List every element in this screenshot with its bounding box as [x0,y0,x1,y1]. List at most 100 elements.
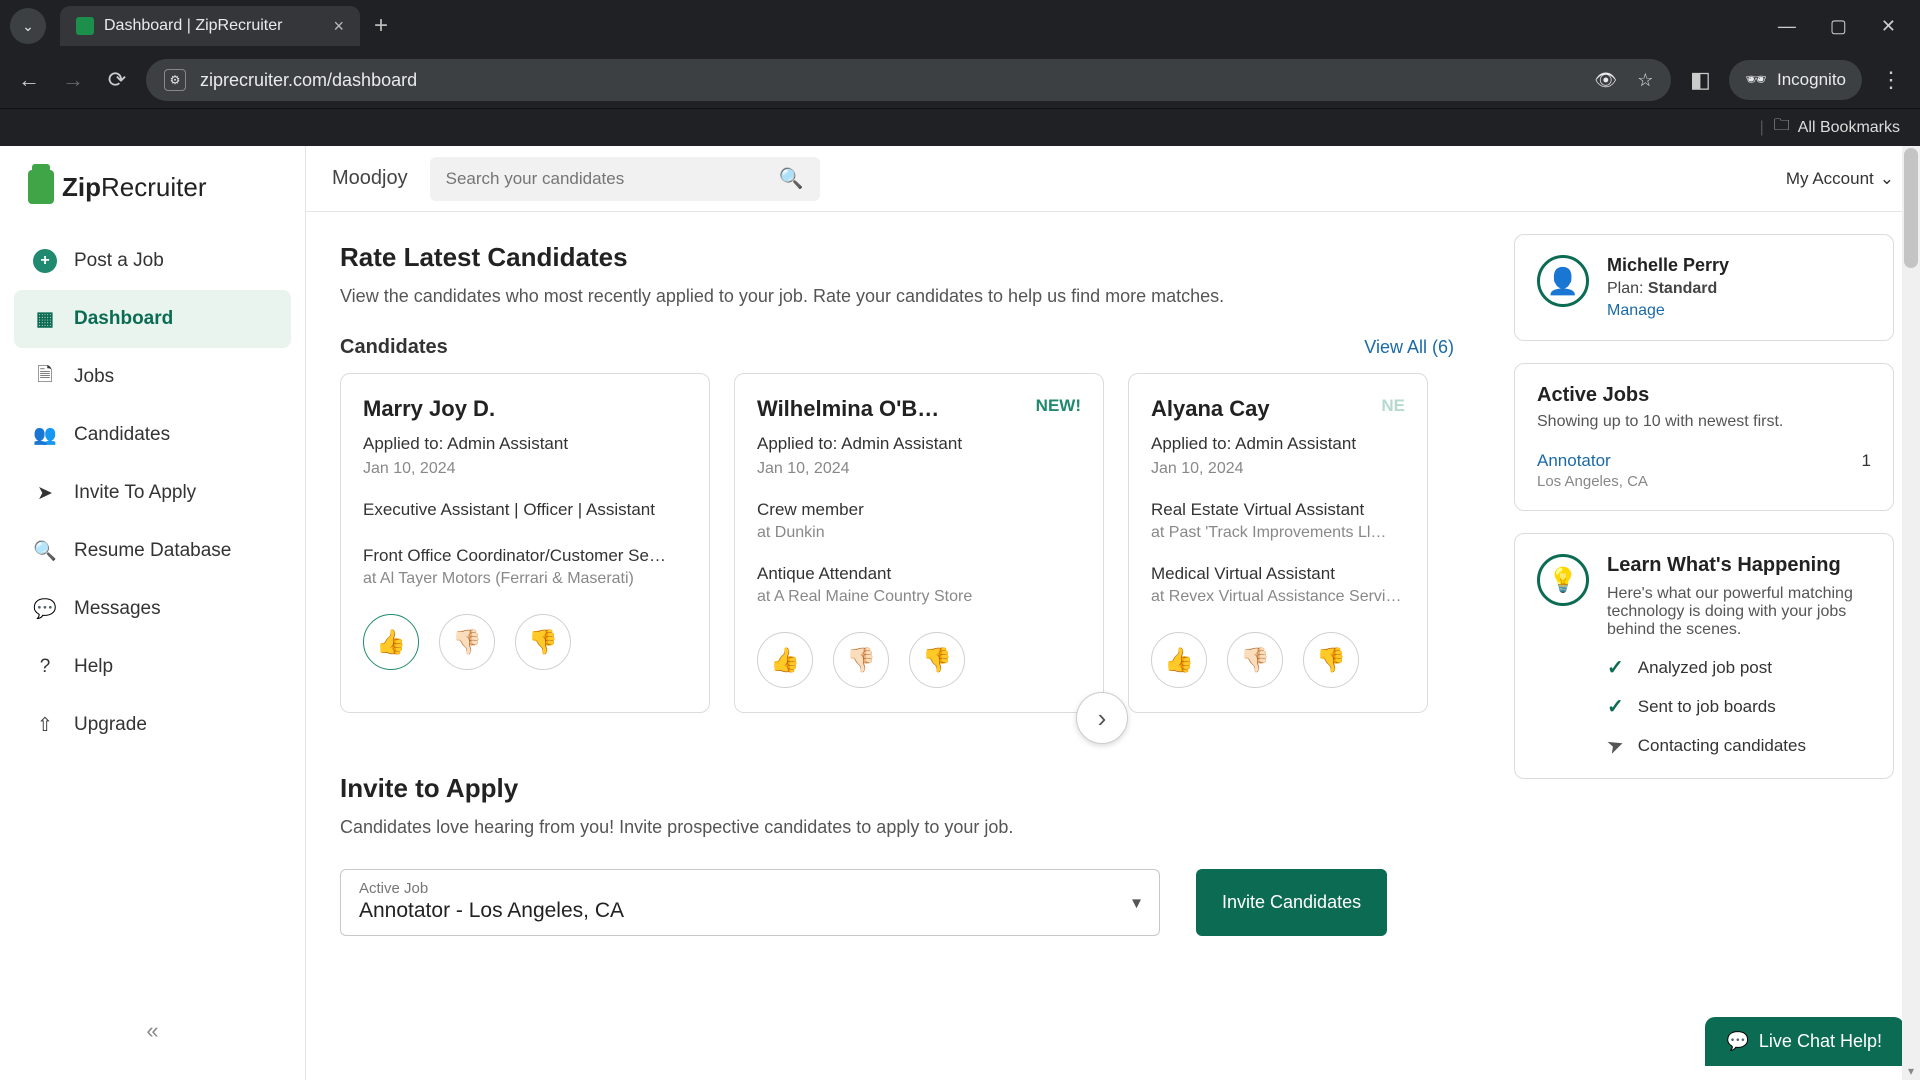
check-icon: ✓ [1607,655,1624,680]
candidate-search[interactable]: 🔍 [430,157,820,201]
new-badge: NE [1381,396,1405,416]
learn-title: Learn What's Happening [1607,554,1871,577]
sidebar-item-label: Dashboard [74,308,173,330]
thumbs-down-button[interactable]: 👎 [515,614,571,670]
carousel-next-button[interactable]: › [1076,692,1128,744]
site-settings-icon[interactable]: ⚙ [164,69,186,91]
bookmark-star-icon[interactable]: ☆ [1637,70,1653,91]
tab-search-button[interactable]: ⌄ [10,8,46,44]
manage-link[interactable]: Manage [1607,302,1665,320]
neutral-button[interactable]: 👎🏻 [439,614,495,670]
logo-mark-icon [28,170,54,204]
chevron-down-icon: ⌄ [1880,169,1894,189]
thumbs-up-button[interactable]: 👍 [757,632,813,688]
chat-label: Live Chat Help! [1759,1031,1882,1052]
experience-title: Real Estate Virtual Assistant [1151,500,1405,520]
active-job-select[interactable]: Active Job Annotator - Los Angeles, CA ▾ [340,869,1160,936]
user-name: Michelle Perry [1607,255,1729,276]
sidebar-item-jobs[interactable]: 🗎 Jobs [14,348,291,406]
reload-button[interactable]: ⟳ [102,65,132,95]
sidebar-item-resume-db[interactable]: 🔍 Resume Database [14,522,291,580]
sidebar-item-invite[interactable]: ➤ Invite To Apply [14,464,291,522]
incognito-label: Incognito [1777,70,1846,90]
sidebar-item-messages[interactable]: 💬 Messages [14,580,291,638]
candidate-carousel: Marry Joy D. Applied to: Admin Assistant… [340,373,1454,713]
close-tab-icon[interactable]: × [333,16,344,37]
active-jobs-title: Active Jobs [1537,384,1871,407]
active-job-location: Los Angeles, CA [1537,473,1648,490]
candidates-heading: Candidates [340,336,448,359]
sidebar-item-upgrade[interactable]: ⇧ Upgrade [14,696,291,754]
all-bookmarks-label: All Bookmarks [1798,119,1900,137]
send-icon: ➤ [32,480,58,506]
applied-date: Jan 10, 2024 [757,460,1081,478]
sidebar-item-label: Candidates [74,424,170,446]
sidebar-item-dashboard[interactable]: ▦ Dashboard [14,290,291,348]
experience-sub: at Past 'Track Improvements Ll… [1151,524,1405,542]
org-name[interactable]: Moodjoy [332,167,408,190]
candidate-card[interactable]: Marry Joy D. Applied to: Admin Assistant… [340,373,710,713]
experience-title: Executive Assistant | Officer | Assistan… [363,500,687,520]
sidebar-item-help[interactable]: ? Help [14,638,291,696]
sidebar-item-candidates[interactable]: 👥 Candidates [14,406,291,464]
browser-tab[interactable]: Dashboard | ZipRecruiter × [60,6,360,46]
lightbulb-icon: 💡 [1537,554,1589,606]
invite-candidates-button[interactable]: Invite Candidates [1196,869,1387,936]
new-tab-button[interactable]: + [374,12,388,40]
status-label: Contacting candidates [1638,736,1806,756]
live-chat-button[interactable]: 💬 Live Chat Help! [1705,1017,1905,1066]
invite-title: Invite to Apply [340,773,1454,804]
applied-date: Jan 10, 2024 [1151,460,1405,478]
neutral-button[interactable]: 👎🏻 [833,632,889,688]
status-item: ✓ Sent to job boards [1607,694,1871,719]
thumbs-up-button[interactable]: 👍 [1151,632,1207,688]
brand-logo[interactable]: ZipRecruiter [14,164,291,232]
kebab-menu-icon[interactable]: ⋮ [1876,65,1906,95]
search-icon[interactable]: 🔍 [779,166,804,191]
experience-title: Medical Virtual Assistant [1151,564,1405,584]
forward-button[interactable]: → [58,65,88,95]
experience-sub: at Revex Virtual Assistance Service… [1151,588,1405,606]
close-window-icon[interactable]: ✕ [1881,16,1896,37]
incognito-indicator[interactable]: 🕶 Incognito [1729,60,1862,100]
candidate-card[interactable]: Wilhelmina O'B… NEW! Applied to: Admin A… [734,373,1104,713]
active-job-link[interactable]: Annotator [1537,451,1611,470]
scrollbar-thumb[interactable] [1904,148,1918,268]
scroll-down-icon[interactable]: ▾ [1902,1064,1920,1078]
grid-icon: ▦ [32,306,58,332]
scrollbar[interactable]: ▾ [1902,146,1920,1080]
my-account-menu[interactable]: My Account ⌄ [1786,169,1894,189]
sidebar-item-post-job[interactable]: + Post a Job [14,232,291,290]
sidepanel-icon[interactable]: ◧ [1685,65,1715,95]
neutral-button[interactable]: 👎🏻 [1227,632,1283,688]
minimize-icon[interactable]: — [1778,16,1796,37]
back-button[interactable]: ← [14,65,44,95]
candidate-card[interactable]: Alyana Cay NE Applied to: Admin Assistan… [1128,373,1428,713]
user-panel: 👤 Michelle Perry Plan: Standard Manage [1514,234,1894,341]
view-all-link[interactable]: View All (6) [1364,337,1454,358]
sidebar-item-label: Jobs [74,366,114,388]
thumbs-down-button[interactable]: 👎 [1303,632,1359,688]
paper-plane-icon: ➤ [1603,731,1627,760]
favicon-icon [76,17,94,35]
collapse-sidebar-button[interactable]: « [128,1000,176,1062]
search-input[interactable] [446,169,779,189]
thumbs-down-button[interactable]: 👎 [909,632,965,688]
address-bar[interactable]: ⚙ ziprecruiter.com/dashboard 👁 ☆ [146,59,1671,101]
experience-title: Crew member [757,500,1081,520]
select-value: Annotator - Los Angeles, CA [359,899,1141,923]
incognito-icon: 🕶 [1745,70,1767,90]
all-bookmarks-button[interactable]: 🗀 All Bookmarks [1774,114,1900,141]
sidebar-item-label: Messages [74,598,161,620]
learn-subtitle: Here's what our powerful matching techno… [1607,585,1871,639]
maximize-icon[interactable]: ▢ [1830,16,1847,37]
applied-to: Applied to: Admin Assistant [1151,434,1405,454]
sidebar-item-label: Upgrade [74,714,147,736]
eye-off-icon[interactable]: 👁 [1594,70,1617,91]
thumbs-up-button[interactable]: 👍 [363,614,419,670]
my-account-label: My Account [1786,169,1874,189]
select-label: Active Job [359,880,1141,897]
applied-to: Applied to: Admin Assistant [363,434,687,454]
topbar: Moodjoy 🔍 My Account ⌄ [306,146,1920,212]
active-jobs-subtitle: Showing up to 10 with newest first. [1537,413,1871,431]
